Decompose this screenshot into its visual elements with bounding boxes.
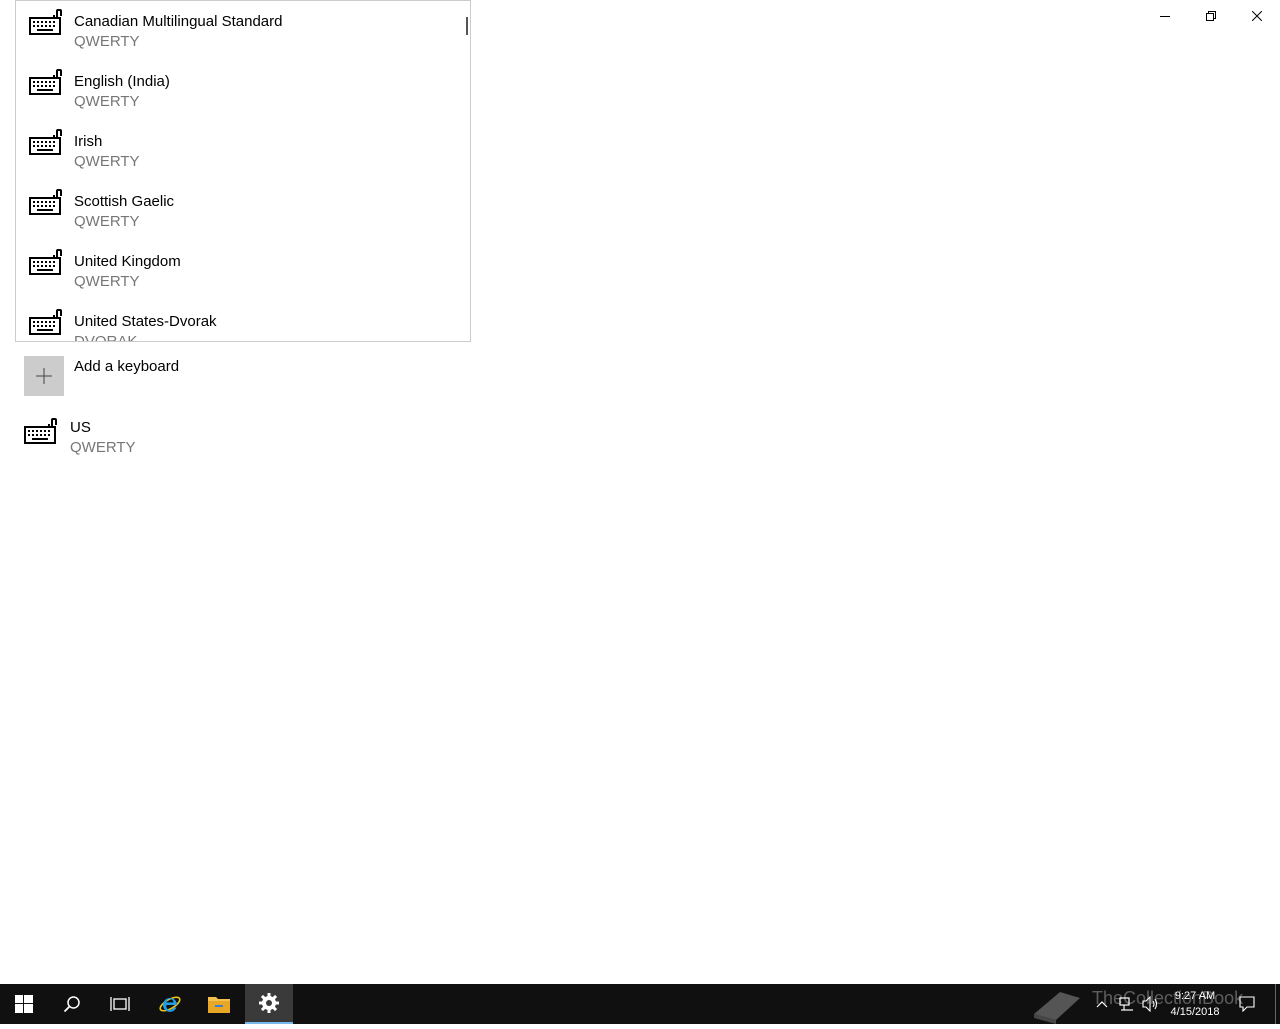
clock-time: 9:27 AM: [1174, 990, 1216, 1002]
add-keyboard-label: Add a keyboard: [74, 358, 180, 375]
keyboard-option-us-dvorak[interactable]: United States-Dvorak DVORAK: [16, 301, 456, 342]
close-button[interactable]: [1234, 0, 1280, 32]
plus-icon: [24, 356, 64, 396]
clock[interactable]: 9:27 AM 4/15/2018: [1160, 988, 1230, 1020]
keyboard-option-layout: QWERTY: [74, 93, 140, 110]
internet-explorer-button[interactable]: [146, 984, 194, 1024]
add-keyboard-button[interactable]: Add a keyboard: [24, 356, 179, 396]
windows-start-icon: [15, 995, 33, 1013]
chevron-up-icon: [1096, 1001, 1108, 1008]
keyboard-picker-popup: Canadian Multilingual Standard QWERTY En…: [15, 0, 471, 342]
restore-icon: [1206, 11, 1216, 21]
keyboard-icon: [29, 69, 63, 102]
keyboard-icon: [29, 9, 63, 42]
show-desktop-button[interactable]: [1275, 984, 1276, 1024]
keyboard-option-name: Scottish Gaelic: [74, 193, 175, 210]
file-explorer-icon: [208, 997, 230, 1013]
action-center-button[interactable]: [1236, 984, 1258, 1024]
keyboard-icon: [29, 309, 63, 341]
minimize-icon: [1160, 16, 1170, 17]
keyboard-layout: QWERTY: [70, 439, 136, 456]
keyboard-icon: [24, 418, 58, 451]
keyboard-option-scottish-gaelic[interactable]: Scottish Gaelic QWERTY: [16, 181, 456, 241]
volume-icon: [1142, 996, 1158, 1012]
show-hidden-icons-button[interactable]: [1092, 984, 1112, 1024]
clock-date: 4/15/2018: [1170, 1006, 1220, 1018]
keyboard-option-layout: QWERTY: [74, 153, 140, 170]
keyboard-option-name: Irish: [74, 133, 103, 150]
keyboard-option-name: United Kingdom: [74, 253, 181, 270]
keyboard-option-name: United States-Dvorak: [74, 313, 217, 330]
task-view-icon: [110, 997, 130, 1011]
start-button[interactable]: [0, 984, 48, 1024]
close-icon: [1252, 11, 1262, 21]
popup-scrollbar[interactable]: [466, 17, 468, 35]
file-explorer-button[interactable]: [195, 984, 243, 1024]
task-view-button[interactable]: [96, 984, 144, 1024]
taskbar: TheCollectionBook 9:27 AM 4/15/2018: [0, 984, 1280, 1024]
keyboard-option-layout: QWERTY: [74, 33, 140, 50]
keyboard-option-name: English (India): [74, 73, 170, 90]
settings-window: Add a keyboard US QWERTY Canadian Multil…: [0, 0, 1280, 984]
keyboard-option-irish[interactable]: Irish QWERTY: [16, 121, 456, 181]
keyboard-option-layout: QWERTY: [74, 273, 140, 290]
settings-taskbar-button[interactable]: [245, 984, 293, 1024]
volume-button[interactable]: [1140, 984, 1162, 1024]
book-icon: [1034, 992, 1080, 1024]
internet-explorer-icon: [159, 996, 181, 1012]
keyboard-option-layout: QWERTY: [74, 213, 140, 230]
keyboard-icon: [29, 249, 63, 282]
network-button[interactable]: [1116, 984, 1138, 1024]
keyboard-icon: [29, 129, 63, 162]
keyboard-option-name: Canadian Multilingual Standard: [74, 13, 283, 30]
search-button[interactable]: [48, 984, 96, 1024]
keyboard-option-english-india[interactable]: English (India) QWERTY: [16, 61, 456, 121]
restore-button[interactable]: [1188, 0, 1234, 32]
keyboard-option-layout: DVORAK: [74, 333, 138, 342]
network-icon: [1119, 997, 1133, 1011]
minimize-button[interactable]: [1142, 0, 1188, 32]
notification-icon: [1239, 996, 1255, 1012]
keyboard-icon: [29, 189, 63, 222]
keyboard-option-united-kingdom[interactable]: United Kingdom QWERTY: [16, 241, 456, 301]
gear-icon: [259, 993, 279, 1013]
search-icon: [63, 996, 80, 1013]
installed-keyboard-us[interactable]: US QWERTY: [24, 418, 136, 458]
keyboard-option-canadian-multilingual[interactable]: Canadian Multilingual Standard QWERTY: [16, 1, 456, 61]
keyboard-name: US: [70, 419, 91, 436]
